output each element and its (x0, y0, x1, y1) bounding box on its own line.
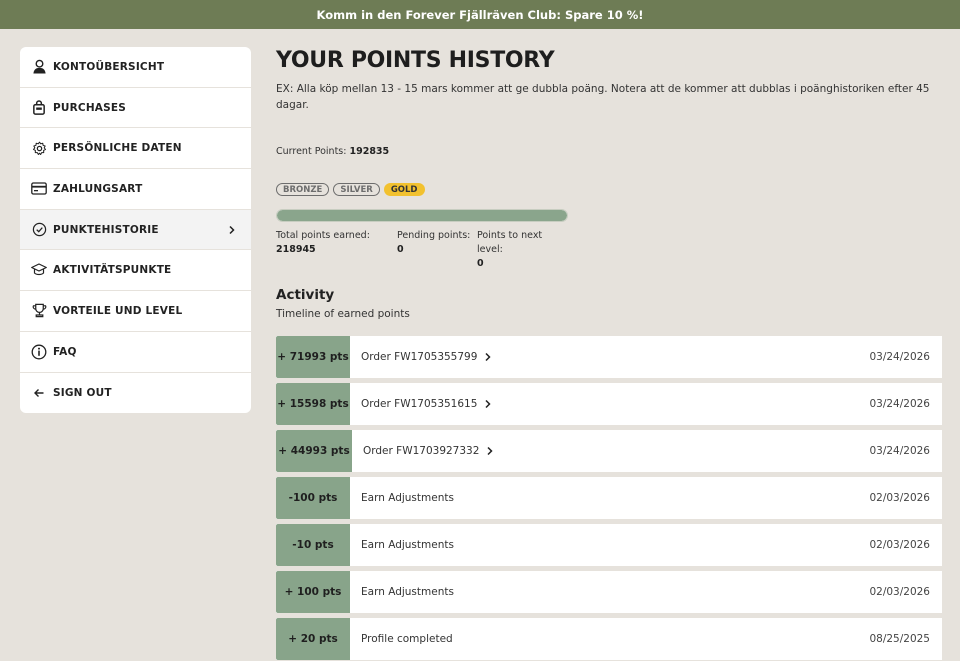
sidebar-item-label: VORTEILE UND LEVEL (53, 304, 183, 317)
double-points-note: EX: Alla köp mellan 13 - 15 mars kommer … (276, 83, 930, 111)
sidebar-item-points-history[interactable]: PUNKTEHISTORIE (20, 209, 251, 251)
stat-next-level-value: 0 (477, 258, 484, 269)
order-link[interactable]: Order FW1703927332 (363, 445, 479, 457)
activity-subheading: Timeline of earned points (276, 308, 410, 320)
points-tag: + 15598 pts (276, 383, 350, 425)
activity-description[interactable]: Order FW1703927332 (352, 430, 869, 472)
activity-row: + 20 pts Profile completed 08/25/2025 (276, 618, 942, 660)
activity-date: 02/03/2026 (869, 586, 930, 598)
check-circle-icon (31, 222, 47, 238)
activity-description: Earn Adjustments (361, 539, 454, 551)
activity-heading: Activity (276, 287, 335, 303)
graduation-cap-icon (31, 262, 47, 278)
promo-banner-text: Komm in den Forever Fjällräven Club: Spa… (316, 7, 644, 22)
trophy-icon (31, 303, 47, 319)
points-history-panel: YOUR POINTS HISTORY EX: Alla köp mellan … (276, 48, 942, 660)
sidebar-item-purchases[interactable]: PURCHASES (20, 88, 251, 129)
stat-total-earned: Total points earned: 218945 (276, 229, 397, 271)
sidebar-item-label: PURCHASES (53, 101, 127, 114)
stat-total-earned-label: Total points earned: (276, 230, 370, 241)
sidebar-item-account-overview[interactable]: KONTOÜBERSICHT (20, 47, 251, 88)
level-progress-fill (277, 210, 567, 221)
chevron-right-icon (485, 446, 495, 456)
activity-row[interactable]: + 71993 pts Order FW1705355799 03/24/202… (276, 336, 942, 378)
sidebar-item-faq[interactable]: FAQ (20, 332, 251, 373)
activity-date: 03/24/2026 (869, 398, 930, 410)
points-tag: + 20 pts (276, 618, 350, 660)
info-icon (31, 344, 47, 360)
points-tag: -100 pts (276, 477, 350, 519)
stat-next-level: Points to next level: 0 (477, 229, 552, 271)
points-stats: Total points earned: 218945 Pending poin… (276, 229, 552, 271)
stat-pending: Pending points: 0 (397, 229, 477, 271)
card-icon (31, 181, 47, 197)
sidebar-item-personal-data[interactable]: PERSÖNLICHE DATEN (20, 128, 251, 170)
activity-description[interactable]: Order FW1705355799 (350, 336, 869, 378)
user-icon (31, 59, 47, 75)
current-points-value: 192835 (349, 146, 390, 157)
order-link[interactable]: Order FW1705355799 (361, 351, 477, 363)
chevron-right-icon (483, 352, 493, 362)
sidebar-item-payment-method[interactable]: ZAHLUNGSART (20, 169, 251, 210)
page-title: YOUR POINTS HISTORY (276, 48, 555, 73)
activity-row[interactable]: + 44993 pts Order FW1703927332 03/24/202… (276, 430, 942, 472)
sidebar-item-label: AKTIVITÄTSPUNKTE (53, 264, 172, 277)
sidebar-item-label: KONTOÜBERSICHT (53, 60, 165, 73)
level-badge-gold: GOLD (383, 183, 425, 196)
activity-row: + 100 pts Earn Adjustments 02/03/2026 (276, 571, 942, 613)
activity-row: -10 pts Earn Adjustments 02/03/2026 (276, 524, 942, 566)
activity-description: Profile completed (361, 633, 453, 645)
level-badges: BRONZE SILVER GOLD (276, 183, 425, 196)
points-tag: + 100 pts (276, 571, 350, 613)
activity-date: 03/24/2026 (869, 445, 930, 457)
level-badge-bronze: BRONZE (276, 183, 330, 196)
current-points-label: Current Points: (276, 146, 347, 157)
activity-date: 03/24/2026 (869, 351, 930, 363)
sidebar-item-sign-out[interactable]: SIGN OUT (20, 373, 251, 414)
activity-row: -100 pts Earn Adjustments 02/03/2026 (276, 477, 942, 519)
promo-banner[interactable]: Komm in den Forever Fjällräven Club: Spa… (0, 0, 960, 29)
sidebar-item-label: PERSÖNLICHE DATEN (53, 142, 182, 155)
sidebar-item-benefits-levels[interactable]: VORTEILE UND LEVEL (20, 291, 251, 332)
activity-list: + 71993 pts Order FW1705355799 03/24/202… (276, 336, 942, 661)
points-tag: -10 pts (276, 524, 350, 566)
arrow-left-icon (31, 385, 47, 401)
activity-date: 02/03/2026 (869, 539, 930, 551)
activity-date: 08/25/2025 (869, 633, 930, 645)
sidebar-item-label: FAQ (53, 345, 77, 358)
stat-pending-label: Pending points: (397, 230, 471, 241)
stat-total-earned-value: 218945 (276, 244, 316, 255)
activity-date: 02/03/2026 (869, 492, 930, 504)
stat-pending-value: 0 (397, 244, 404, 255)
chevron-right-icon (227, 225, 237, 235)
sidebar-item-label: SIGN OUT (53, 386, 112, 399)
stat-next-level-label: Points to next level: (477, 230, 543, 255)
activity-row[interactable]: + 15598 pts Order FW1705351615 03/24/202… (276, 383, 942, 425)
gear-icon (31, 140, 47, 156)
sidebar-item-activity-points[interactable]: AKTIVITÄTSPUNKTE (20, 250, 251, 292)
level-badge-silver: SILVER (333, 183, 380, 196)
sidebar-item-label: PUNKTEHISTORIE (53, 223, 159, 236)
order-link[interactable]: Order FW1705351615 (361, 398, 477, 410)
sidebar-item-label: ZAHLUNGSART (53, 182, 143, 195)
account-sidebar: KONTOÜBERSICHT PURCHASES PERSÖNLICHE DAT… (20, 47, 251, 414)
points-tag: + 44993 pts (276, 430, 352, 472)
current-points: Current Points: 192835 (276, 146, 389, 157)
points-tag: + 71993 pts (276, 336, 350, 378)
activity-description: Earn Adjustments (361, 586, 454, 598)
bag-icon (31, 100, 47, 116)
chevron-right-icon (483, 399, 493, 409)
activity-description[interactable]: Order FW1705351615 (350, 383, 869, 425)
level-progress-bar (276, 209, 568, 222)
activity-description: Earn Adjustments (361, 492, 454, 504)
